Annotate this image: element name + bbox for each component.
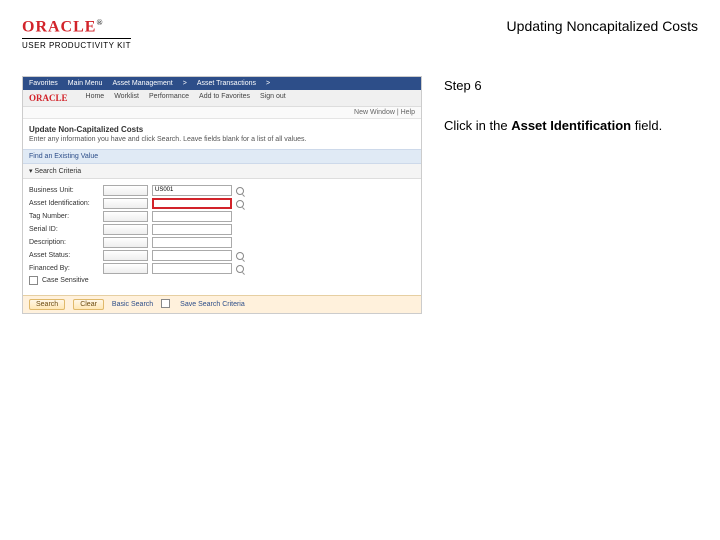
oracle-logo: ORACLE®	[22, 18, 131, 36]
row-description: Description:	[29, 237, 415, 248]
row-asset-identification: Asset Identification:	[29, 198, 415, 209]
row-business-unit: Business Unit: US001	[29, 185, 415, 196]
menu-item[interactable]: Add to Favorites	[199, 93, 250, 103]
label-asset-identification: Asset Identification:	[29, 200, 99, 207]
instruction-panel: Step 6 Click in the Asset Identification…	[444, 76, 698, 135]
row-serial-id: Serial ID:	[29, 224, 415, 235]
description-input[interactable]	[152, 237, 232, 248]
action-bar: Search Clear Basic Search Save Search Cr…	[23, 295, 421, 313]
breadcrumb-item: Favorites	[29, 80, 58, 87]
registered-mark: ®	[96, 18, 103, 27]
basic-search-link[interactable]: Basic Search	[112, 301, 153, 308]
business-unit-value: US001	[153, 187, 173, 193]
product-line: USER PRODUCTIVITY KIT	[22, 38, 131, 50]
panel-description: Enter any information you have and click…	[23, 136, 421, 149]
menu-item[interactable]: Sign out	[260, 93, 286, 103]
step-text-suffix: field.	[631, 118, 662, 133]
lookup-icon[interactable]	[236, 265, 244, 273]
operator-select[interactable]	[103, 185, 148, 196]
business-unit-input[interactable]: US001	[152, 185, 232, 196]
breadcrumb-item: Main Menu	[68, 80, 103, 87]
breadcrumb-item: Asset Management	[112, 80, 172, 87]
asset-status-input[interactable]	[152, 250, 232, 261]
operator-select[interactable]	[103, 211, 148, 222]
tag-number-input[interactable]	[152, 211, 232, 222]
lookup-icon[interactable]	[236, 187, 244, 195]
app-screenshot: Favorites Main Menu Asset Management > A…	[22, 76, 422, 314]
operator-select[interactable]	[103, 237, 148, 248]
brand-block: ORACLE® USER PRODUCTIVITY KIT	[22, 18, 131, 50]
label-asset-status: Asset Status:	[29, 252, 99, 259]
label-case-sensitive: Case Sensitive	[42, 277, 112, 284]
label-serial-id: Serial ID:	[29, 226, 99, 233]
operator-select[interactable]	[103, 263, 148, 274]
case-sensitive-checkbox[interactable]	[29, 276, 38, 285]
logo-text: ORACLE	[22, 18, 96, 35]
lookup-icon[interactable]	[236, 200, 244, 208]
serial-id-input[interactable]	[152, 224, 232, 235]
step-label: Step 6	[444, 78, 698, 93]
menu-item[interactable]: Performance	[149, 93, 189, 103]
breadcrumb-item: Asset Transactions	[197, 80, 256, 87]
search-criteria-header: ▾ Search Criteria	[23, 164, 421, 179]
step-text-bold: Asset Identification	[511, 118, 631, 133]
search-form: Business Unit: US001 Asset Identificatio…	[23, 179, 421, 295]
page-header: ORACLE® USER PRODUCTIVITY KIT Updating N…	[0, 0, 720, 56]
section-label: Search Criteria	[34, 168, 81, 175]
inner-oracle-logo: ORACLE	[29, 93, 68, 103]
row-tag-number: Tag Number:	[29, 211, 415, 222]
panel-title: Update Non-Capitalized Costs	[23, 119, 421, 136]
label-tag-number: Tag Number:	[29, 213, 99, 220]
clear-button[interactable]: Clear	[73, 299, 104, 310]
page-title: Updating Noncapitalized Costs	[507, 18, 698, 34]
save-criteria-checkbox[interactable]	[161, 299, 170, 308]
save-search-criteria-link[interactable]: Save Search Criteria	[180, 301, 245, 308]
row-financed-by: Financed By:	[29, 263, 415, 274]
operator-select[interactable]	[103, 198, 148, 209]
breadcrumb: Favorites Main Menu Asset Management > A…	[23, 77, 421, 90]
search-button[interactable]: Search	[29, 299, 65, 310]
step-text-prefix: Click in the	[444, 118, 511, 133]
step-text: Click in the Asset Identification field.	[444, 117, 698, 135]
operator-select[interactable]	[103, 250, 148, 261]
find-existing-band: Find an Existing Value	[23, 149, 421, 164]
lookup-icon[interactable]	[236, 252, 244, 260]
menu-item[interactable]: Worklist	[114, 93, 139, 103]
row-case-sensitive: Case Sensitive	[29, 276, 415, 285]
new-window-bar[interactable]: New Window | Help	[23, 107, 421, 119]
label-business-unit: Business Unit:	[29, 187, 99, 194]
menu-item[interactable]: Home	[86, 93, 105, 103]
asset-identification-input[interactable]	[152, 198, 232, 209]
operator-select[interactable]	[103, 224, 148, 235]
label-description: Description:	[29, 239, 99, 246]
label-financed-by: Financed By:	[29, 265, 99, 272]
content-area: Favorites Main Menu Asset Management > A…	[0, 56, 720, 334]
menu-bar: ORACLE Home Worklist Performance Add to …	[23, 90, 421, 107]
financed-by-input[interactable]	[152, 263, 232, 274]
row-asset-status: Asset Status:	[29, 250, 415, 261]
